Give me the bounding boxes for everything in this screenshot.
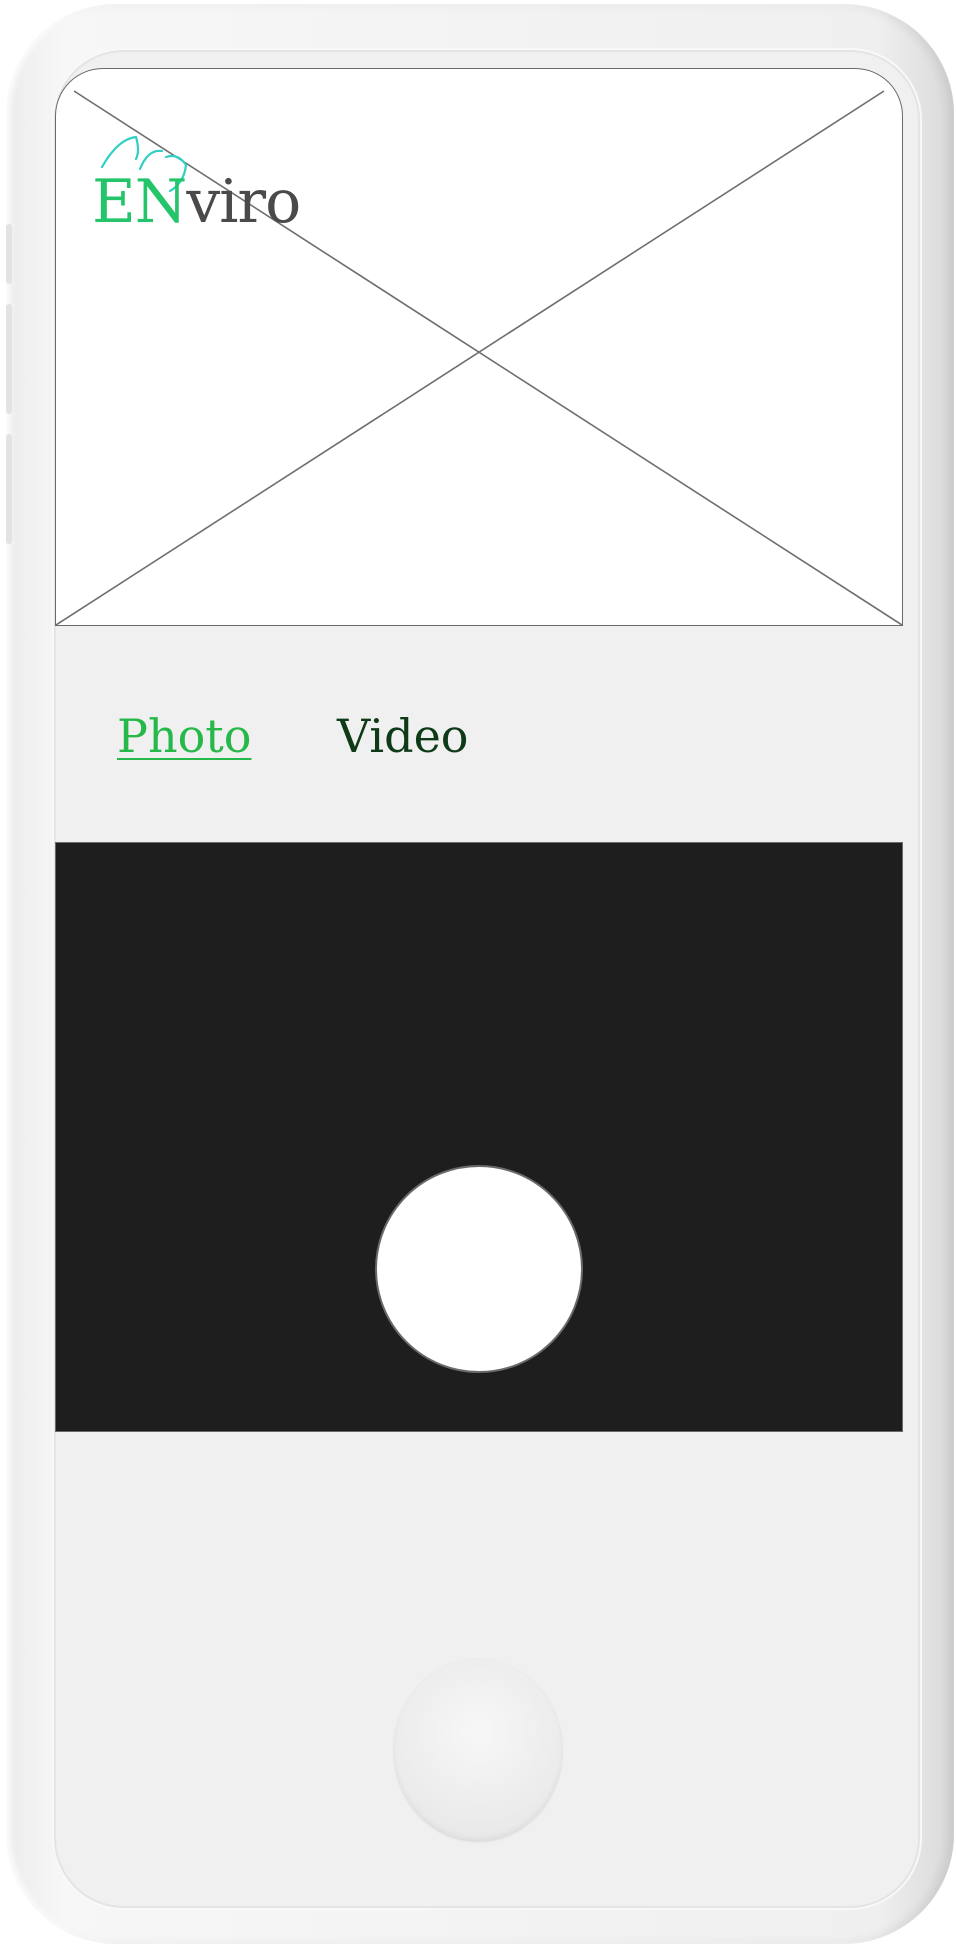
enviro-logo: ENviro: [92, 129, 352, 239]
logo-wordmark: ENviro: [92, 167, 301, 237]
header-image-placeholder: ENviro: [55, 68, 903, 626]
home-button[interactable]: [393, 1658, 563, 1842]
logo-text-viro: viro: [186, 167, 301, 237]
camera-viewfinder: [55, 842, 903, 1432]
device-mockup: ENviro Photo Video: [0, 0, 956, 1950]
logo-text-en: EN: [92, 167, 187, 237]
volume-up-button: [6, 304, 12, 414]
shutter-button[interactable]: [375, 1165, 583, 1373]
app-screen: ENviro Photo Video: [55, 68, 903, 1432]
side-button: [6, 224, 12, 284]
tab-video[interactable]: Video: [337, 708, 469, 764]
volume-down-button: [6, 434, 12, 544]
tab-photo[interactable]: Photo: [117, 708, 251, 764]
